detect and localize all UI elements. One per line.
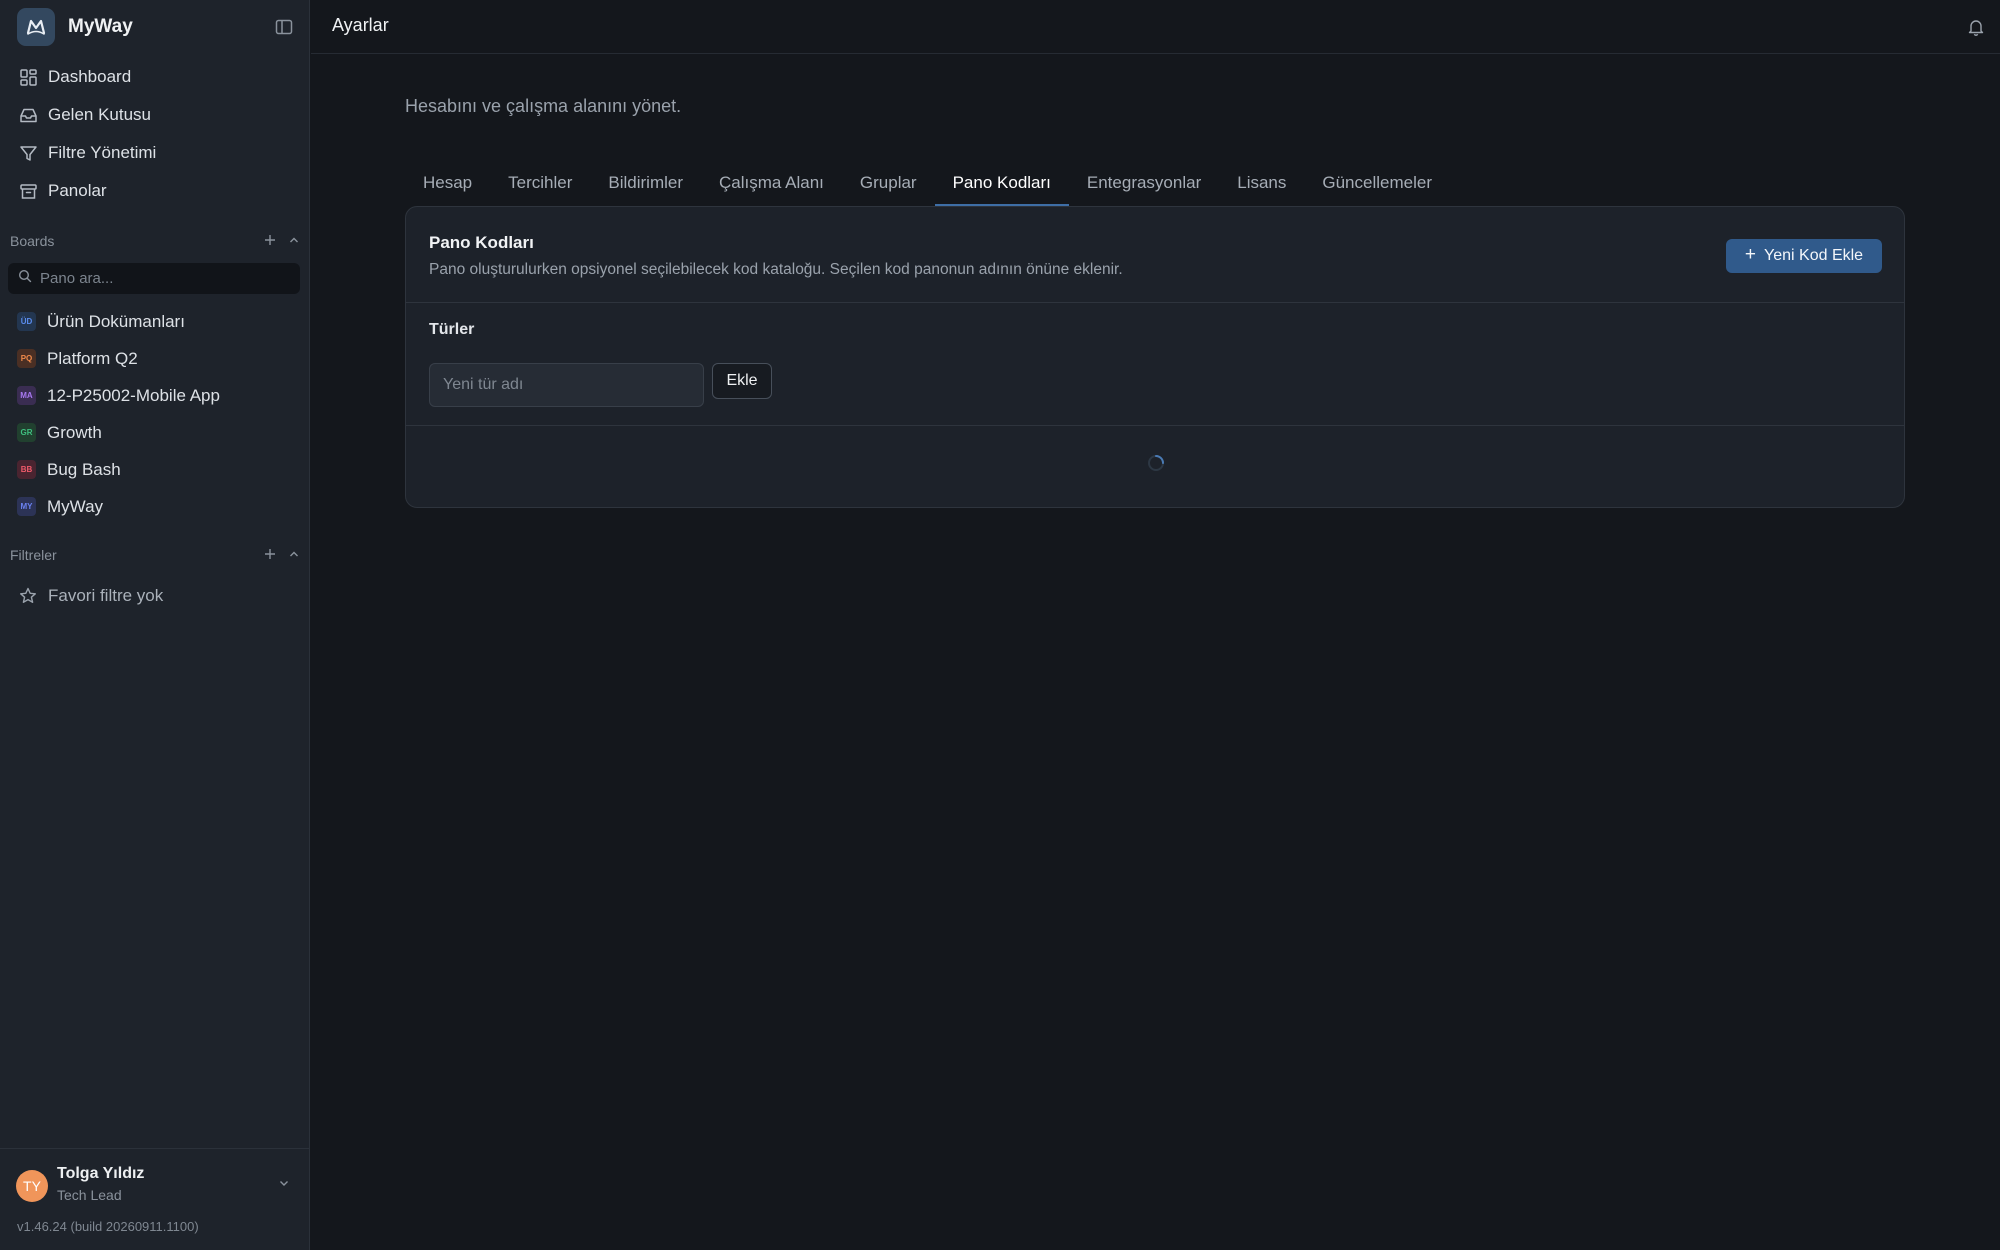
avatar: TY (16, 1170, 48, 1202)
chevron-down-icon[interactable] (276, 1175, 292, 1191)
add-code-button[interactable]: + Yeni Kod Ekle (1726, 239, 1882, 273)
app-name: MyWay (68, 16, 133, 37)
favorite-filters-empty-text: Favori filtre yok (48, 586, 164, 605)
add-filter-icon[interactable] (264, 547, 276, 563)
board-item[interactable]: GR Growth (0, 414, 310, 451)
myway-logo-icon (17, 8, 55, 46)
tab-notifications[interactable]: Bildirimler (590, 160, 701, 206)
top-bar: Ayarlar (311, 0, 2000, 54)
boards-section-title: Boards (10, 233, 55, 249)
settings-tabs: Hesap Tercihler Bildirimler Çalışma Alan… (405, 160, 1450, 206)
nav-item-dashboard[interactable]: Dashboard (0, 58, 310, 96)
board-item[interactable]: MA 12-P25002-Mobile App (0, 377, 310, 414)
board-search-input[interactable] (38, 269, 288, 288)
nav-item-label: Panolar (48, 181, 107, 200)
board-label: 12-P25002-Mobile App (47, 385, 220, 405)
loading-spinner-icon (1147, 454, 1165, 472)
board-item[interactable]: MY MyWay (0, 488, 310, 525)
inbox-icon (19, 106, 38, 125)
tab-account[interactable]: Hesap (405, 160, 490, 206)
main-nav: Dashboard Gelen Kutusu Filtre Yönetimi P… (0, 58, 310, 210)
brand[interactable]: MyWay (17, 8, 133, 46)
user-menu[interactable]: TY Tolga Yıldız Tech Lead v1.46.24 (buil… (0, 1148, 310, 1250)
tab-preferences[interactable]: Tercihler (490, 160, 590, 206)
tab-workspace[interactable]: Çalışma Alanı (701, 160, 842, 206)
sidebar-toggle-icon[interactable] (274, 17, 294, 37)
board-label: Bug Bash (47, 459, 121, 479)
user-name: Tolga Yıldız (57, 1165, 145, 1182)
board-label: Platform Q2 (47, 348, 138, 368)
tab-groups[interactable]: Gruplar (842, 160, 935, 206)
nav-item-label: Filtre Yönetimi (48, 143, 157, 162)
tab-license[interactable]: Lisans (1219, 160, 1304, 206)
board-item[interactable]: BB Bug Bash (0, 451, 310, 488)
tab-integrations[interactable]: Entegrasyonlar (1069, 160, 1219, 206)
star-icon (18, 586, 38, 606)
app-version: v1.46.24 (build 20260911.1100) (17, 1219, 199, 1234)
board-label: Growth (47, 422, 102, 442)
archive-icon (19, 182, 38, 201)
board-code-badge: ÜD (17, 312, 36, 331)
chevron-up-icon[interactable] (288, 233, 300, 249)
settings-subtitle: Hesabını ve çalışma alanını yönet. (405, 96, 682, 116)
board-label: Ürün Dokümanları (47, 311, 185, 331)
nav-item-boards[interactable]: Panolar (0, 172, 310, 210)
boards-list: ÜD Ürün Dokümanları PQ Platform Q2 MA 12… (0, 303, 310, 525)
card-title: Pano Kodları (429, 233, 534, 252)
nav-item-label: Dashboard (48, 67, 132, 86)
divider (406, 302, 1904, 303)
nav-item-inbox[interactable]: Gelen Kutusu (0, 96, 310, 134)
new-type-input[interactable] (429, 363, 704, 407)
board-code-badge: MA (17, 386, 36, 405)
board-code-badge: MY (17, 497, 36, 516)
boards-section-header: Boards (10, 229, 300, 253)
tab-board-codes[interactable]: Pano Kodları (934, 160, 1070, 206)
board-code-badge: PQ (17, 349, 36, 368)
card-description: Pano oluşturulurken opsiyonel seçilebile… (429, 261, 1123, 278)
board-codes-card: Pano Kodları Pano oluşturulurken opsiyon… (405, 206, 1905, 508)
board-item[interactable]: ÜD Ürün Dokümanları (0, 303, 310, 340)
board-code-badge: BB (17, 460, 36, 479)
grid-icon (19, 68, 38, 87)
plus-icon: + (1744, 244, 1757, 265)
sidebar: MyWay Dashboard Gelen Kutusu Filtre Yöne… (0, 0, 310, 1250)
filters-section-header: Filtreler (10, 543, 300, 567)
page-title: Ayarlar (332, 15, 389, 35)
user-role: Tech Lead (57, 1187, 122, 1203)
nav-item-filter-management[interactable]: Filtre Yönetimi (0, 134, 310, 172)
favorite-filters-empty: Favori filtre yok (0, 577, 310, 615)
search-icon (18, 269, 32, 288)
types-label: Türler (429, 321, 475, 338)
board-label: MyWay (47, 496, 104, 516)
chevron-up-icon[interactable] (288, 547, 300, 563)
board-item[interactable]: PQ Platform Q2 (0, 340, 310, 377)
add-type-button[interactable]: Ekle (712, 363, 772, 399)
board-code-badge: GR (17, 423, 36, 442)
tab-updates[interactable]: Güncellemeler (1304, 160, 1450, 206)
board-search (8, 263, 300, 294)
bell-icon[interactable] (1966, 17, 1986, 37)
filters-section-title: Filtreler (10, 547, 57, 563)
divider (406, 425, 1904, 426)
nav-item-label: Gelen Kutusu (48, 105, 152, 124)
add-board-icon[interactable] (264, 233, 276, 249)
add-code-label: Yeni Kod Ekle (1764, 247, 1864, 264)
filter-icon (19, 144, 38, 163)
